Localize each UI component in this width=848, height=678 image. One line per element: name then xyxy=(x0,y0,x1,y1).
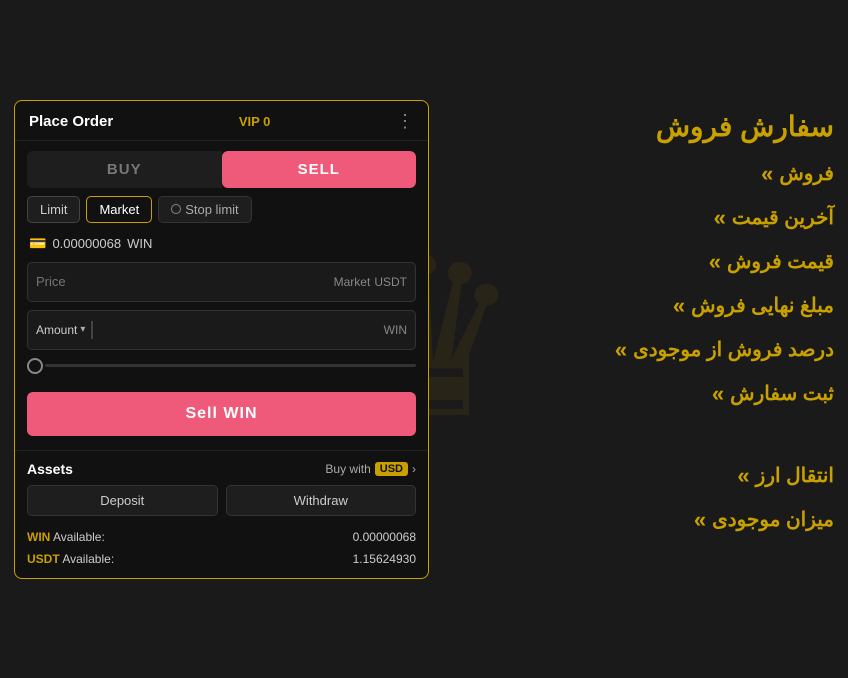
sell-price-label: قیمت فروش xyxy=(727,249,834,274)
market-type-button[interactable]: Market xyxy=(86,196,152,223)
sell-button[interactable]: Sell WIN xyxy=(27,392,416,436)
amount-dropdown-icon[interactable]: ▾ xyxy=(80,324,85,335)
transfer-label: انتقال ارز xyxy=(756,463,834,488)
amount-label: Amount ▾ xyxy=(36,323,85,337)
assets-header: Assets Buy with USD › xyxy=(27,461,416,477)
price-input-group: Market USDT xyxy=(27,262,416,302)
sell-percent-annotation: درصد فروش از موجودی » xyxy=(449,337,834,363)
win-available-value: 0.00000068 xyxy=(353,530,416,544)
divider xyxy=(91,321,93,339)
transfer-arrow-icon: » xyxy=(737,463,749,489)
sell-price-annotation: قیمت فروش » xyxy=(449,249,834,275)
sell-arrow-icon: » xyxy=(761,161,773,187)
sell-amount-label: مبلغ نهایی فروش xyxy=(691,293,834,318)
buy-tab[interactable]: BUY xyxy=(27,151,222,188)
usd-currency-tag: USD xyxy=(375,462,408,476)
more-options-icon[interactable]: ⋮ xyxy=(396,111,414,132)
right-annotations: سفارش فروش فروش » آخرین قیمت » قیمت فروش… xyxy=(429,100,834,543)
usdt-available-row: USDT Available: 1.15624930 xyxy=(27,548,416,578)
withdraw-button[interactable]: Withdraw xyxy=(226,485,417,516)
asset-action-buttons: Deposit Withdraw xyxy=(27,485,416,516)
sell-annotation: فروش » xyxy=(449,161,834,187)
panel-header: Place Order VIP 0 ⋮ xyxy=(15,101,428,141)
sell-price-arrow-icon: » xyxy=(709,249,721,275)
order-side-tabs: BUY SELL xyxy=(27,151,416,188)
assets-title: Assets xyxy=(27,461,73,477)
buy-with-chevron-icon[interactable]: › xyxy=(412,462,416,476)
percentage-slider[interactable] xyxy=(27,358,416,374)
last-price-annotation: آخرین قیمت » xyxy=(449,205,834,231)
submit-annotation: ثبت سفارش » xyxy=(449,381,834,407)
sell-amount-arrow-icon: » xyxy=(673,293,685,319)
deposit-button[interactable]: Deposit xyxy=(27,485,218,516)
spacer xyxy=(449,425,834,445)
submit-label: ثبت سفارش xyxy=(730,381,834,406)
sell-amount-annotation: مبلغ نهایی فروش » xyxy=(449,293,834,319)
assets-section: Assets Buy with USD › Deposit Withdraw W… xyxy=(15,450,428,578)
balance-arrow-icon: » xyxy=(694,507,706,533)
buy-with-label: Buy with xyxy=(325,462,370,476)
usdt-available-value: 1.15624930 xyxy=(353,552,416,566)
limit-type-button[interactable]: Limit xyxy=(27,196,80,223)
submit-arrow-icon: » xyxy=(712,381,724,407)
balance-annotation: میزان موجودی » xyxy=(449,507,834,533)
last-price-arrow-icon: » xyxy=(714,205,726,231)
wallet-icon: 💳 xyxy=(29,235,46,252)
balance-currency: WIN xyxy=(127,236,152,251)
radio-icon xyxy=(171,204,181,214)
buy-with-row: Buy with USD › xyxy=(325,462,416,476)
vip-badge: VIP 0 xyxy=(239,114,271,129)
transfer-annotation: انتقال ارز » xyxy=(449,463,834,489)
last-price-label: آخرین قیمت xyxy=(732,205,834,230)
win-available-row: WIN Available: 0.00000068 xyxy=(27,526,416,548)
sell-tab[interactable]: SELL xyxy=(222,151,417,188)
sell-label: فروش xyxy=(779,161,834,186)
balance-row: 💳 0.00000068 WIN xyxy=(15,233,428,262)
amount-currency-label: WIN xyxy=(384,323,407,337)
price-currency-label: USDT xyxy=(374,275,407,289)
stop-limit-type-button[interactable]: Stop limit xyxy=(158,196,251,223)
sell-percent-label: درصد فروش از موجودی xyxy=(633,337,834,362)
sell-percent-arrow-icon: » xyxy=(615,337,627,363)
order-panel: Place Order VIP 0 ⋮ BUY SELL Limit Marke… xyxy=(14,100,429,579)
price-input[interactable] xyxy=(36,274,334,289)
amount-input[interactable] xyxy=(99,322,383,337)
panel-title: Place Order xyxy=(29,113,113,130)
balance-value: 0.00000068 xyxy=(52,236,121,251)
slider-track xyxy=(45,364,416,367)
slider-thumb[interactable] xyxy=(27,358,43,374)
balance-label: میزان موجودی xyxy=(712,507,834,532)
usdt-available-label: USDT Available: xyxy=(27,552,114,566)
price-market-label: Market xyxy=(334,275,371,289)
win-available-label: WIN Available: xyxy=(27,530,105,544)
main-title-annotation: سفارش فروش xyxy=(449,110,834,143)
amount-input-group: Amount ▾ WIN xyxy=(27,310,416,350)
order-type-row: Limit Market Stop limit xyxy=(15,196,428,233)
